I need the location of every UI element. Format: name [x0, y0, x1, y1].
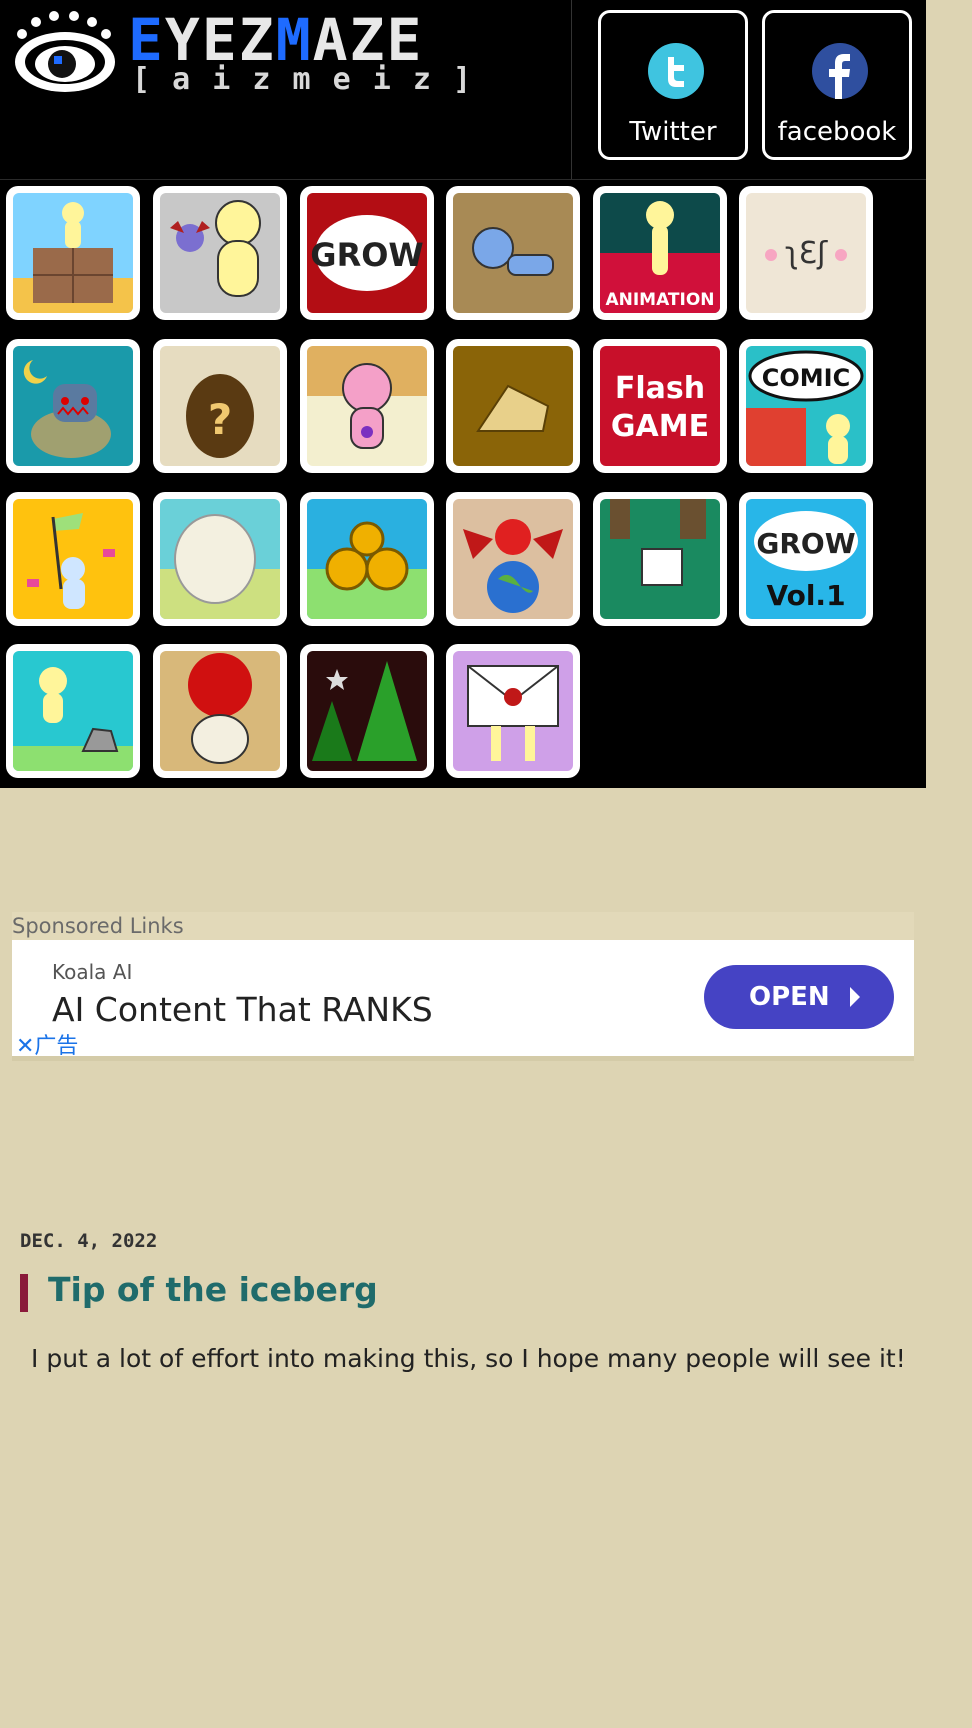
tile-grow[interactable]: GROW	[300, 186, 434, 320]
tile-animation[interactable]: ANIMATION	[593, 186, 727, 320]
ad-headline[interactable]: AI Content That RANKS	[52, 990, 433, 1029]
facebook-button[interactable]: facebook	[762, 10, 912, 160]
twitter-icon	[648, 43, 704, 99]
site-logo[interactable]: EYEZMAZE [ a i z m e i z ]	[10, 6, 540, 97]
comic-tile-text: COMIC	[762, 364, 850, 392]
ad-brand: Koala AI	[52, 960, 133, 984]
facebook-label: facebook	[777, 117, 897, 147]
grow-tile-text: GROW	[310, 236, 423, 274]
grow-vol-bottom: Vol.1	[766, 579, 845, 612]
grow-vol-top: GROW	[756, 527, 855, 560]
tile-crawling-figure[interactable]	[446, 186, 580, 320]
tile-running-baby[interactable]	[300, 339, 434, 473]
post-body: I put a lot of effort into making this, …	[31, 1344, 906, 1373]
tile-cube-forest[interactable]	[593, 492, 727, 626]
facebook-icon	[812, 43, 868, 99]
animation-tile-text: ANIMATION	[605, 290, 714, 310]
sponsored-links-label: Sponsored Links	[12, 912, 914, 940]
tile-pipes[interactable]	[300, 492, 434, 626]
tile-comic[interactable]: COMIC	[739, 339, 873, 473]
tile-devil-earth[interactable]	[446, 492, 580, 626]
tile-red-afro[interactable]	[153, 644, 287, 778]
tile-white-hair[interactable]	[153, 492, 287, 626]
site-header: EYEZMAZE [ a i z m e i z ] Twitter faceb…	[0, 0, 926, 180]
header-rule	[0, 179, 926, 180]
eye-logo-icon	[15, 11, 115, 92]
tile-character-bat[interactable]	[153, 186, 287, 320]
tile-mystery[interactable]: ?	[153, 339, 287, 473]
title-accent-bar	[20, 1274, 28, 1312]
top-navigation: EYEZMAZE [ a i z m e i z ] Twitter faceb…	[0, 0, 926, 788]
ad-banner[interactable]: Koala AI AI Content That RANKS OPEN ✕广告	[12, 940, 914, 1061]
tile-envelope-legs[interactable]	[446, 644, 580, 778]
tile-flag[interactable]	[6, 492, 140, 626]
ad-open-button[interactable]: OPEN	[704, 965, 894, 1029]
svg-text:?: ?	[208, 395, 232, 444]
twitter-label: Twitter	[629, 117, 717, 147]
ad-close-button[interactable]: ✕广告	[16, 1028, 78, 1060]
tile-jumping-rock[interactable]	[6, 644, 140, 778]
ad-open-label: OPEN	[749, 982, 830, 1012]
header-divider	[571, 0, 572, 180]
tile-sticker[interactable]: ʅƐʃ	[739, 186, 873, 320]
tile-grow-vol1[interactable]: GROW Vol.1	[739, 492, 873, 626]
tile-pine-forest[interactable]	[300, 644, 434, 778]
tile-night-monster[interactable]	[6, 339, 140, 473]
play-arrow-icon	[850, 987, 860, 1007]
twitter-button[interactable]: Twitter	[598, 10, 748, 160]
flash-line1: Flash	[615, 371, 705, 406]
post-title[interactable]: Tip of the iceberg	[48, 1270, 378, 1309]
logo-subtitle: [ a i z m e i z ]	[132, 62, 474, 97]
tile-tent[interactable]	[446, 339, 580, 473]
tile-flash-game[interactable]: Flash GAME	[593, 339, 727, 473]
sticker-face-text: ʅƐʃ	[785, 236, 828, 271]
post-date: DEC. 4, 2022	[20, 1230, 158, 1252]
tile-boxes-game[interactable]	[6, 186, 140, 320]
flash-line2: GAME	[611, 409, 709, 444]
